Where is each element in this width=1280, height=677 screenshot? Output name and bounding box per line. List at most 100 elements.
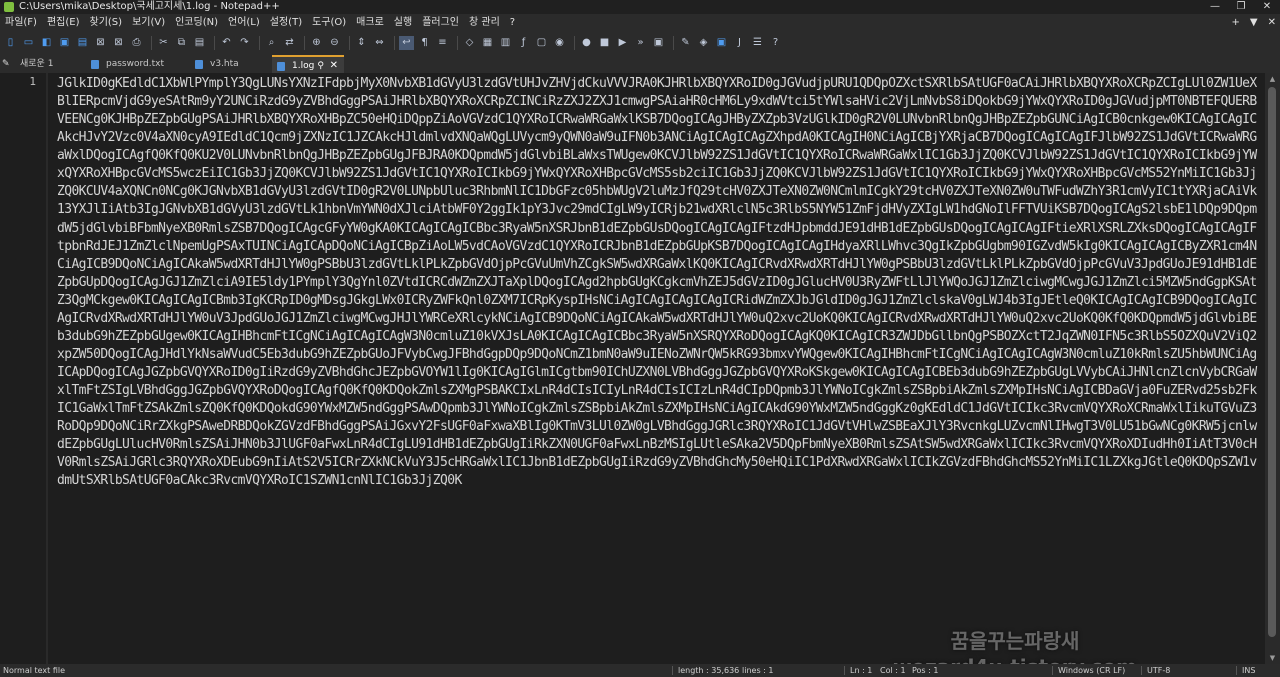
menu-run[interactable]: 실행 (389, 14, 417, 32)
monitoring-icon[interactable]: ◉ (552, 36, 567, 50)
indent-guide-icon[interactable]: ≡ (435, 36, 450, 50)
status-file-type: Normal text file (3, 666, 66, 675)
word-wrap-icon[interactable]: ↩ (399, 36, 414, 50)
toolbar-separator (259, 36, 260, 50)
status-eol[interactable]: Windows (CR LF) (1058, 664, 1125, 677)
toolbar-separator (673, 36, 674, 50)
vertical-scrollbar[interactable]: ▲ ▼ (1265, 73, 1280, 664)
menu-bar: 파일(F) 편집(E) 찾기(S) 보기(V) 인코딩(N) 언어(L) 설정(… (0, 14, 1280, 32)
file-saved-icon (277, 62, 285, 71)
menu-search[interactable]: 찾기(S) (85, 14, 128, 32)
minimize-button[interactable]: — (1202, 0, 1228, 14)
close-icon[interactable]: ⊠ (93, 36, 108, 50)
tab-bar: ✎ 새로운 1 password.txt v3.hta 1.log ⚲ ✕ (0, 54, 1280, 73)
find-icon[interactable]: ⌕ (264, 36, 279, 50)
status-insert-mode[interactable]: INS (1242, 664, 1255, 677)
tab-password-txt[interactable]: password.txt (86, 55, 186, 73)
file-saved-icon (91, 60, 99, 69)
tab-label: 새로운 1 (20, 59, 54, 69)
replace-icon[interactable]: ⇄ (282, 36, 297, 50)
editor-text[interactable]: JGlkID0gKEdldC1XbWlPYmplY3QgLUNsYXNzIFdp… (57, 75, 1263, 664)
doc-list-icon[interactable]: ▥ (498, 36, 513, 50)
menu-help[interactable]: ? (505, 14, 520, 32)
tab-new-1[interactable]: ✎ 새로운 1 (0, 55, 86, 73)
stop-macro-icon[interactable]: ■ (597, 36, 612, 50)
undo-icon[interactable]: ↶ (219, 36, 234, 50)
close-button[interactable]: ✕ (1254, 0, 1280, 14)
menu-view[interactable]: 보기(V) (127, 14, 170, 32)
menu-tools[interactable]: 도구(O) (307, 14, 351, 32)
plugin-icon-5[interactable]: ☰ (750, 36, 765, 50)
menu-window[interactable]: 창 관리 (464, 14, 505, 32)
editor-area[interactable]: 1 JGlkID0gKEdldC1XbWlPYmplY3QgLUNsYXNzIF… (0, 73, 1280, 664)
scroll-up-icon[interactable]: ▲ (1265, 73, 1280, 85)
toolbar-separator (151, 36, 152, 50)
plugin-icon-1[interactable]: ✎ (678, 36, 693, 50)
maximize-button[interactable]: ❐ (1228, 0, 1254, 14)
redo-icon[interactable]: ↷ (237, 36, 252, 50)
folder-workspace-icon[interactable]: ▢ (534, 36, 549, 50)
menu-file[interactable]: 파일(F) (0, 14, 42, 32)
status-bar: Normal text file length : 35,636 lines :… (0, 664, 1280, 677)
tab-list-button[interactable]: ▼ (1250, 14, 1258, 32)
doc-map-icon[interactable]: ▦ (480, 36, 495, 50)
plugin-icon-2[interactable]: ◈ (696, 36, 711, 50)
status-length: length : 35,636 (678, 666, 740, 675)
zoom-in-icon[interactable]: ⊕ (309, 36, 324, 50)
toolbar-separator (349, 36, 350, 50)
menu-edit[interactable]: 편집(E) (42, 14, 85, 32)
status-divider (672, 666, 673, 675)
print-icon[interactable]: ⎙ (129, 36, 144, 50)
notepad-plus-plus-icon (4, 2, 14, 12)
copy-icon[interactable]: ⧉ (174, 36, 189, 50)
new-tab-button[interactable]: + (1232, 14, 1240, 32)
close-doc-button[interactable]: ✕ (1268, 14, 1276, 32)
save-all-icon[interactable]: ▤ (75, 36, 90, 50)
reload-icon[interactable]: ◧ (39, 36, 54, 50)
toolbar-separator (214, 36, 215, 50)
open-file-icon[interactable]: ▭ (21, 36, 36, 50)
function-list-icon[interactable]: ƒ (516, 36, 531, 50)
line-number: 1 (29, 75, 36, 88)
scroll-down-icon[interactable]: ▼ (1265, 652, 1280, 664)
status-divider (1052, 666, 1053, 675)
udl-icon[interactable]: ◇ (462, 36, 477, 50)
status-encoding[interactable]: UTF-8 (1147, 664, 1170, 677)
plugin-icon-4[interactable]: J (732, 36, 747, 50)
play-multiple-icon[interactable]: » (633, 36, 648, 50)
tab-label: 1.log (292, 61, 315, 71)
toolbar-separator (304, 36, 305, 50)
menu-plugins[interactable]: 플러그인 (417, 14, 464, 32)
window-title: C:\Users\mika\Desktop\국세고지세\1.log - Note… (19, 1, 280, 12)
tab-v3-hta[interactable]: v3.hta (190, 55, 270, 73)
status-lines: lines : 1 (742, 666, 774, 675)
cut-icon[interactable]: ✂ (156, 36, 171, 50)
save-icon[interactable]: ▣ (57, 36, 72, 50)
toolbar-separator (394, 36, 395, 50)
menu-language[interactable]: 언어(L) (223, 14, 265, 32)
menu-settings[interactable]: 설정(T) (265, 14, 307, 32)
plugin-icon-3[interactable]: ▣ (714, 36, 729, 50)
show-all-chars-icon[interactable]: ¶ (417, 36, 432, 50)
scrollbar-thumb[interactable] (1268, 87, 1276, 637)
status-divider (844, 666, 845, 675)
fold-margin (46, 73, 48, 664)
tab-label: v3.hta (210, 59, 239, 69)
toolbar-separator (574, 36, 575, 50)
close-all-icon[interactable]: ⊠ (111, 36, 126, 50)
tab-1-log[interactable]: 1.log ⚲ ✕ (272, 55, 344, 73)
paste-icon[interactable]: ▤ (192, 36, 207, 50)
plugin-icon-6[interactable]: ? (768, 36, 783, 50)
record-macro-icon[interactable]: ● (579, 36, 594, 50)
save-macro-icon[interactable]: ▣ (651, 36, 666, 50)
sync-horizontal-icon[interactable]: ⇔ (372, 36, 387, 50)
menu-macro[interactable]: 매크로 (351, 14, 389, 32)
sync-vertical-icon[interactable]: ⇕ (354, 36, 369, 50)
play-macro-icon[interactable]: ▶ (615, 36, 630, 50)
edit-pencil-icon: ✎ (2, 59, 10, 69)
new-file-icon[interactable]: ▯ (3, 36, 18, 50)
zoom-out-icon[interactable]: ⊖ (327, 36, 342, 50)
tab-label: password.txt (106, 59, 164, 69)
menu-encoding[interactable]: 인코딩(N) (170, 14, 223, 32)
status-divider (1141, 666, 1142, 675)
